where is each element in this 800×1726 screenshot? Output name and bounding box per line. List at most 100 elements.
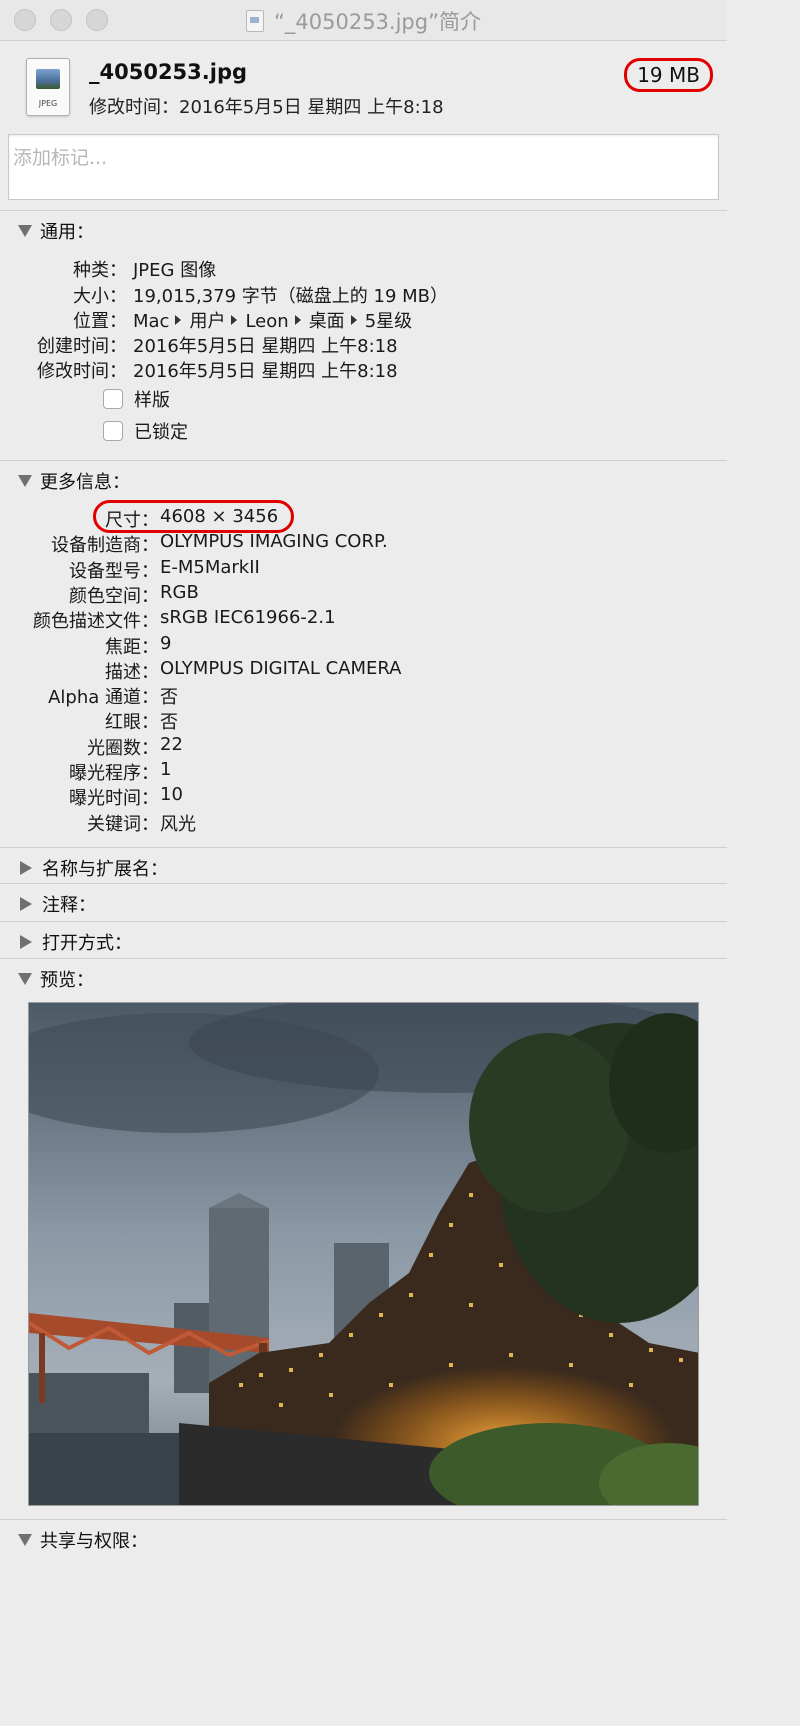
path-separator-icon (294, 315, 301, 325)
more-info-row: 描述： OLYMPUS DIGITAL CAMERA (0, 657, 727, 683)
more-info-value: RGB (160, 581, 199, 603)
section-open-with-title: 打开方式： (42, 933, 132, 954)
section-open-with-toggle[interactable]: 打开方式： (18, 929, 132, 955)
more-info-row: 尺寸： 4608 × 3456 (0, 506, 727, 531)
more-info-value: 否 (160, 712, 178, 734)
row-modified-label: 修改时间： (37, 361, 127, 382)
more-info-label: 曝光时间： (69, 788, 159, 810)
more-info-value: 风光 (160, 813, 196, 835)
more-info-row: 焦距： 9 (0, 632, 727, 658)
path-segment[interactable]: Leon (245, 311, 288, 332)
section-preview-toggle[interactable]: 预览： (18, 966, 94, 992)
divider (0, 921, 727, 922)
more-info-row: 曝光时间： 10 (0, 784, 727, 810)
disclosure-collapsed-icon (20, 935, 32, 949)
add-tags-field[interactable]: 添加标记... (8, 134, 719, 200)
path-segment[interactable]: 用户 (189, 311, 225, 332)
disclosure-expanded-icon (18, 475, 32, 487)
locked-checkbox[interactable] (103, 421, 123, 441)
more-info-label: 曝光程序： (69, 763, 159, 784)
section-name-extension-title: 名称与扩展名： (42, 859, 168, 880)
divider (0, 460, 727, 461)
more-info-value: 4608 × 3456 (160, 506, 279, 527)
more-info-row: 光圈数： 22 (0, 733, 727, 759)
more-info-label: 设备型号： (69, 560, 159, 582)
document-icon (246, 10, 265, 32)
path-segment[interactable]: 桌面 (309, 311, 345, 332)
image-thumbnail-icon (36, 69, 60, 89)
divider (0, 958, 727, 959)
header-modified-date: 修改时间：2016年5月5日 星期四 上午8:18 (89, 97, 444, 118)
more-info-row: 红眼：否 (0, 708, 727, 734)
stationery-checkbox[interactable] (103, 389, 123, 409)
section-name-extension-toggle[interactable]: 名称与扩展名： (18, 855, 168, 881)
path-separator-icon (175, 315, 182, 325)
window-title: “_4050253.jpg”简介 (274, 10, 481, 34)
row-modified: 修改时间： 2016年5月5日 星期四 上午8:18 (0, 357, 727, 382)
divider (0, 210, 727, 211)
divider (0, 883, 727, 884)
more-info-row: 曝光程序： 1 (0, 759, 727, 784)
section-general-title: 通用： (40, 222, 94, 243)
more-info-row: Alpha 通道：否 (0, 683, 727, 709)
more-info-label: 设备制造商： (51, 535, 159, 557)
more-info-label: 颜色描述文件： (33, 611, 159, 633)
more-info-value: 否 (160, 687, 178, 709)
more-info-value: OLYMPUS DIGITAL CAMERA (160, 657, 402, 679)
locked-label[interactable]: 已锁定 (134, 418, 188, 444)
info-window: “_4050253.jpg”简介 JPEG _4050253.jpg 修改时间：… (0, 0, 727, 1568)
section-comments-toggle[interactable]: 注释： (18, 891, 96, 917)
row-kind-value: JPEG 图像 (133, 260, 217, 281)
row-size: 大小： 19,015,379 字节（磁盘上的 19 MB） (0, 282, 727, 307)
disclosure-collapsed-icon (20, 861, 32, 875)
section-more-info-toggle[interactable]: 更多信息： (18, 468, 130, 494)
disclosure-collapsed-icon (20, 897, 32, 911)
more-info-label: 焦距： (105, 636, 159, 658)
title-bar: “_4050253.jpg”简介 (0, 0, 727, 41)
row-created-value: 2016年5月5日 星期四 上午8:18 (133, 336, 398, 357)
file-icon-label: JPEG (38, 99, 58, 108)
more-info-label: 尺寸： (105, 510, 159, 531)
section-general-toggle[interactable]: 通用： (18, 218, 94, 244)
row-kind-label: 种类： (73, 260, 127, 281)
row-kind: 种类： JPEG 图像 (0, 256, 727, 281)
disclosure-expanded-icon (18, 1534, 32, 1546)
stationery-label[interactable]: 样版 (134, 386, 170, 412)
row-modified-value: 2016年5月5日 星期四 上午8:18 (133, 361, 398, 382)
more-info-value: 10 (160, 784, 183, 806)
row-created: 创建时间： 2016年5月5日 星期四 上午8:18 (0, 332, 727, 357)
image-preview (28, 1002, 699, 1506)
more-info-value: 22 (160, 733, 183, 755)
more-info-value: 9 (160, 632, 172, 654)
more-info-label: 关键词： (87, 813, 159, 835)
row-location-label: 位置： (73, 311, 127, 332)
more-info-row: 设备型号： E-M5MarkII (0, 556, 727, 582)
row-created-label: 创建时间： (37, 336, 127, 357)
more-info-label: Alpha 通道： (48, 687, 159, 709)
file-name: _4050253.jpg (89, 60, 248, 84)
more-info-value: sRGB IEC61966-2.1 (160, 607, 336, 629)
row-size-label: 大小： (73, 286, 127, 307)
path-segment[interactable]: 5星级 (365, 311, 412, 332)
divider (0, 847, 727, 848)
more-info-row: 颜色空间： RGB (0, 581, 727, 607)
row-location: 位置： Mac 用户 Leon 桌面 5星级 (0, 307, 727, 332)
section-preview-title: 预览： (40, 970, 94, 991)
more-info-value: E-M5MarkII (160, 556, 260, 578)
file-size-highlighted: 19 MB (624, 58, 713, 92)
disclosure-expanded-icon (18, 225, 32, 237)
more-info-value: 1 (160, 759, 172, 780)
section-sharing-title: 共享与权限： (40, 1531, 148, 1552)
path-separator-icon (231, 315, 238, 325)
disclosure-expanded-icon (18, 973, 32, 985)
path-segment[interactable]: Mac (133, 311, 169, 332)
more-info-value: OLYMPUS IMAGING CORP. (160, 531, 388, 553)
more-info-label: 颜色空间： (69, 585, 159, 607)
divider (0, 1519, 727, 1520)
jpeg-file-icon: JPEG (26, 58, 70, 116)
section-sharing-toggle[interactable]: 共享与权限： (18, 1527, 148, 1553)
window-title-container: “_4050253.jpg”简介 (0, 6, 727, 36)
more-info-row: 颜色描述文件： sRGB IEC61966-2.1 (0, 607, 727, 633)
more-info-label: 红眼： (105, 712, 159, 734)
section-more-info-title: 更多信息： (40, 472, 130, 493)
